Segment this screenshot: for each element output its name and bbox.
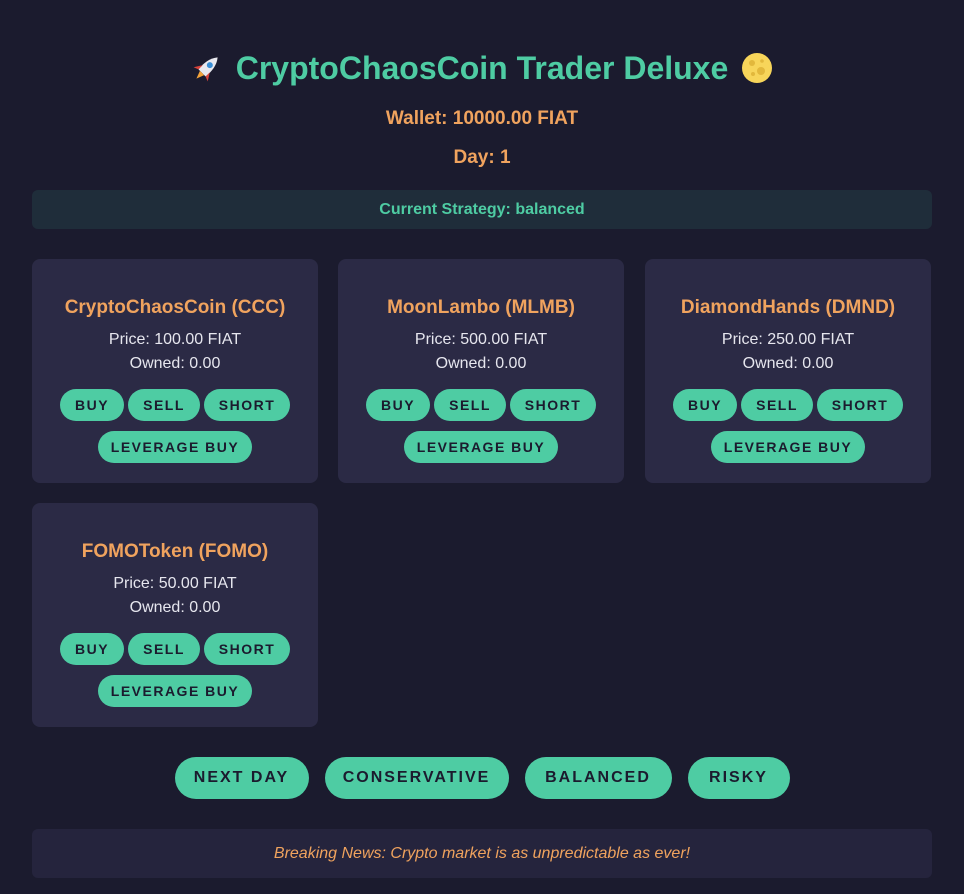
coin-owned: Owned: 0.00: [435, 355, 527, 372]
sell-button[interactable]: Sell: [128, 389, 200, 421]
buy-button[interactable]: Buy: [673, 389, 737, 421]
coin-price: Price: 50.00 FIAT: [113, 575, 237, 592]
moon-icon: [740, 51, 774, 85]
day-counter: Day: 1: [453, 147, 511, 168]
news-ticker: Breaking News: Crypto market is as unpre…: [32, 829, 932, 878]
coin-card-mlmb: MoonLambo (MLMB) Price: 500.00 FIAT Owne…: [338, 259, 624, 483]
leverage-buy-button[interactable]: Leverage Buy: [98, 431, 252, 463]
next-day-button[interactable]: Next Day: [174, 757, 309, 799]
wallet-balance: Wallet: 10000.00 FIAT: [385, 108, 579, 129]
coin-name: CryptoChaosCoin (CCC): [64, 297, 286, 318]
buy-button[interactable]: Buy: [60, 633, 124, 665]
risky-strategy-button[interactable]: Risky: [687, 757, 790, 799]
sell-button[interactable]: Sell: [741, 389, 813, 421]
coin-owned: Owned: 0.00: [742, 355, 834, 372]
sell-button[interactable]: Sell: [434, 389, 506, 421]
coin-card-dmnd: DiamondHands (DMND) Price: 250.00 FIAT O…: [645, 259, 931, 483]
coin-price: Price: 100.00 FIAT: [108, 331, 242, 348]
coin-owned: Owned: 0.00: [129, 355, 221, 372]
balanced-strategy-button[interactable]: Balanced: [524, 757, 672, 799]
sell-button[interactable]: Sell: [128, 633, 200, 665]
short-button[interactable]: Short: [510, 389, 596, 421]
current-strategy-banner: Current Strategy: balanced: [32, 190, 932, 229]
app-title-text: CryptoChaosCoin Trader Deluxe: [235, 50, 729, 86]
coin-owned: Owned: 0.00: [129, 599, 221, 616]
short-button[interactable]: Short: [817, 389, 903, 421]
short-button[interactable]: Short: [204, 389, 290, 421]
leverage-buy-button[interactable]: Leverage Buy: [711, 431, 865, 463]
game-controls: Next Day Conservative Balanced Risky: [0, 757, 964, 799]
coin-price: Price: 250.00 FIAT: [721, 331, 855, 348]
coin-name: MoonLambo (MLMB): [387, 297, 575, 318]
buy-button[interactable]: Buy: [60, 389, 124, 421]
coin-price: Price: 500.00 FIAT: [414, 331, 548, 348]
rocket-icon: [190, 51, 224, 85]
leverage-buy-button[interactable]: Leverage Buy: [404, 431, 558, 463]
coin-name: DiamondHands (DMND): [680, 297, 896, 318]
page-title: CryptoChaosCoin Trader Deluxe: [0, 46, 964, 90]
short-button[interactable]: Short: [204, 633, 290, 665]
coin-card-ccc: CryptoChaosCoin (CCC) Price: 100.00 FIAT…: [32, 259, 318, 483]
leverage-buy-button[interactable]: Leverage Buy: [98, 675, 252, 707]
conservative-strategy-button[interactable]: Conservative: [324, 757, 509, 799]
coin-card-fomo: FOMOToken (FOMO) Price: 50.00 FIAT Owned…: [32, 503, 318, 727]
coin-name: FOMOToken (FOMO): [81, 541, 269, 562]
buy-button[interactable]: Buy: [366, 389, 430, 421]
